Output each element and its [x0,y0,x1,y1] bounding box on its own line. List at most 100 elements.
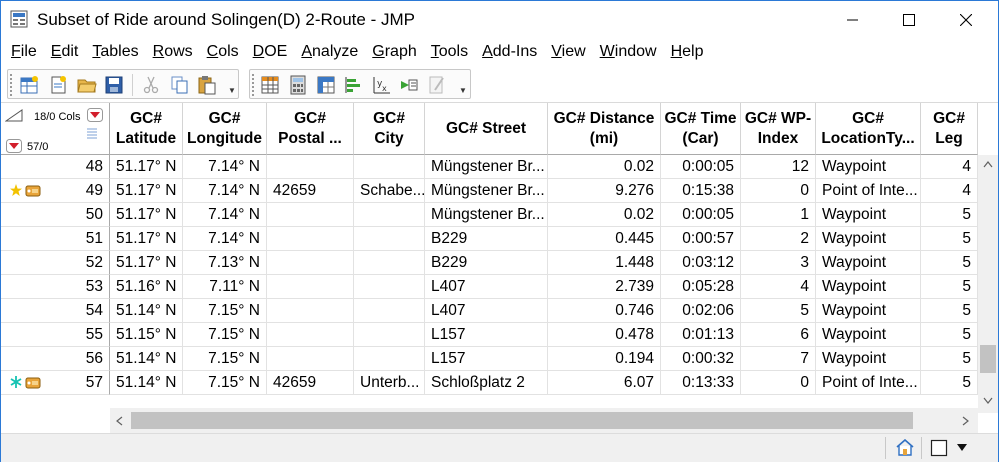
calculator-icon[interactable] [288,75,308,95]
table-cell[interactable]: 9.276 [548,179,661,203]
table-cell[interactable]: 0:00:32 [661,347,741,371]
table-cell[interactable] [354,299,425,323]
rows-menu-icon[interactable] [6,139,22,153]
row-header[interactable]: 48 [1,155,110,179]
horizontal-scrollbar[interactable] [110,408,978,433]
row-header[interactable]: 52 [1,251,110,275]
menu-file[interactable]: File [1,39,44,65]
toolbar-grip[interactable] [10,74,12,96]
table-cell[interactable]: 5 [921,323,978,347]
table-cell[interactable]: Point of Inte... [816,179,921,203]
row-header[interactable]: 49 [1,179,110,203]
open-folder-icon[interactable] [77,75,97,95]
table-cell[interactable]: 1 [741,203,816,227]
table-cell[interactable]: 0:00:05 [661,155,741,179]
vertical-scroll-thumb[interactable] [980,345,996,373]
table-cell[interactable] [267,299,354,323]
row-header[interactable]: 51 [1,227,110,251]
column-header[interactable]: GC# WP- Index [741,103,816,155]
script-edit-icon[interactable] [427,75,447,95]
table-cell[interactable] [354,203,425,227]
table-cell[interactable]: 0:01:13 [661,323,741,347]
row-header[interactable]: 50 [1,203,110,227]
table-cell[interactable]: 0.194 [548,347,661,371]
table-cell[interactable]: 51.14° N [110,347,183,371]
table-cell[interactable] [267,227,354,251]
table-cell[interactable]: L157 [425,347,548,371]
column-header[interactable]: GC# Leg [921,103,978,155]
row-header[interactable]: 56 [1,347,110,371]
table-cell[interactable]: 5 [921,203,978,227]
table-cell[interactable]: 0 [741,179,816,203]
table-cell[interactable]: 51.17° N [110,251,183,275]
table-cell[interactable]: Unterb... [354,371,425,395]
table-cell[interactable]: Waypoint [816,347,921,371]
toolbar-overflow-caret[interactable]: ▼ [459,86,467,95]
table-cell[interactable]: 5 [921,275,978,299]
table-cell[interactable]: 5 [741,299,816,323]
vertical-scrollbar[interactable] [978,155,998,413]
table-cell[interactable]: 0:00:57 [661,227,741,251]
table-cell[interactable] [267,251,354,275]
table-cell[interactable]: 4 [741,275,816,299]
table-cell[interactable] [267,203,354,227]
window-list-dropdown-icon[interactable] [956,443,968,452]
table-cell[interactable]: 51.14° N [110,371,183,395]
table-cell[interactable]: 6 [741,323,816,347]
table-cell[interactable]: 4 [921,155,978,179]
horizontal-scroll-thumb[interactable] [131,412,913,429]
menu-cols[interactable]: Cols [200,39,246,65]
table-cell[interactable]: 42659 [267,179,354,203]
table-cell[interactable]: Waypoint [816,203,921,227]
row-header[interactable]: 57 [1,371,110,395]
new-script-icon[interactable] [48,75,68,95]
table-cell[interactable]: 6.07 [548,371,661,395]
table-cell[interactable]: 3 [741,251,816,275]
table-cell[interactable]: 0:00:05 [661,203,741,227]
table-cell[interactable]: 5 [921,251,978,275]
table-cell[interactable] [354,227,425,251]
cut-icon[interactable] [141,75,161,95]
table-cell[interactable]: 0.02 [548,155,661,179]
table-cell[interactable]: 7.15° N [183,371,267,395]
table-cell[interactable] [354,155,425,179]
menu-doe[interactable]: DOE [246,39,295,65]
table-cell[interactable]: 51.17° N [110,179,183,203]
table-cell[interactable]: Schabe... [354,179,425,203]
menu-graph[interactable]: Graph [365,39,423,65]
table-cell[interactable]: 0:13:33 [661,371,741,395]
table-cell[interactable]: 0.478 [548,323,661,347]
columns-menu-icon[interactable] [87,108,103,122]
table-cell[interactable]: 0:02:06 [661,299,741,323]
table-cell[interactable]: Waypoint [816,227,921,251]
scroll-right-arrow-icon[interactable] [962,416,969,426]
column-header[interactable]: GC# Time (Car) [661,103,741,155]
table-cell[interactable]: 5 [921,227,978,251]
table-cell[interactable] [267,155,354,179]
fit-y-by-x-icon[interactable]: yx [371,75,391,95]
column-header[interactable]: GC# Postal ... [267,103,354,155]
menu-rows[interactable]: Rows [146,39,200,65]
table-cell[interactable]: L407 [425,275,548,299]
scroll-left-arrow-icon[interactable] [116,416,123,426]
row-header[interactable]: 53 [1,275,110,299]
table-cell[interactable]: Schloßplatz 2 [425,371,548,395]
toolbar-overflow-caret[interactable]: ▼ [228,86,236,95]
table-cell[interactable]: 0:05:28 [661,275,741,299]
row-header[interactable]: 54 [1,299,110,323]
paste-icon[interactable] [197,75,217,95]
table-cell[interactable]: Müngstener Br... [425,155,548,179]
table-cell[interactable]: 7.15° N [183,299,267,323]
table-cell[interactable]: 5 [921,299,978,323]
table-cell[interactable]: 0.746 [548,299,661,323]
table-cell[interactable] [267,275,354,299]
fit-model-icon[interactable] [399,75,419,95]
scroll-down-arrow-icon[interactable] [983,397,993,404]
table-cell[interactable]: 7.14° N [183,179,267,203]
table-cell[interactable] [354,347,425,371]
table-cell[interactable]: L157 [425,323,548,347]
table-cell[interactable] [267,323,354,347]
table-cell[interactable]: 12 [741,155,816,179]
column-header[interactable]: GC# Distance (mi) [548,103,661,155]
column-header[interactable]: GC# City [354,103,425,155]
